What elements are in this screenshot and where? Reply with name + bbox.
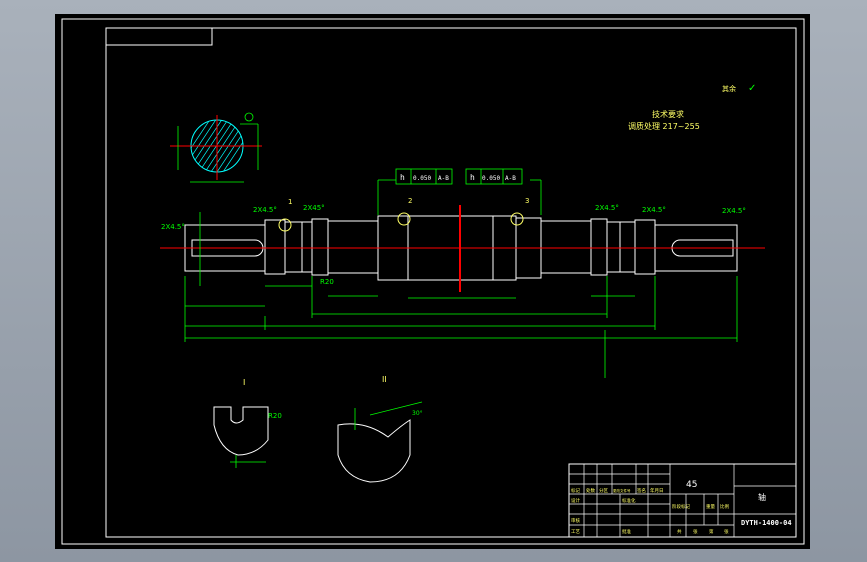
tolerance-1-symbol: h — [400, 173, 405, 182]
tb-zone-label: 分区 — [599, 487, 608, 494]
chamfer-label-1: 2X4.5° — [161, 223, 185, 231]
tb-design-label: 设计 — [571, 497, 580, 504]
tolerance-1-datum: A-B — [438, 175, 449, 182]
tolerance-1-value: 0.050 — [413, 175, 431, 182]
tb-approve-label: 批准 — [622, 528, 631, 535]
tb-review-label: 审核 — [571, 517, 580, 524]
surface-finish-symbol: ✓ — [748, 83, 756, 94]
chamfer-label-5: 2X4.5° — [642, 206, 666, 214]
detail-i-fillet: R20 — [268, 412, 282, 420]
tb-date-label: 年月日 — [650, 487, 664, 494]
tb-count-label: 处数 — [586, 487, 595, 494]
tolerance-2-value: 0.050 — [482, 175, 500, 182]
tb-process-label: 工艺 — [571, 529, 580, 535]
tb-change-label: 更改文件号 — [613, 488, 631, 493]
drawing-sheet — [55, 14, 810, 549]
tb-sheets-label-2: 张 — [724, 528, 729, 535]
tb-total-label: 共 — [677, 528, 682, 535]
tb-standard-label: 标准化 — [622, 497, 636, 504]
tb-stage-label: 阶段标记 — [672, 503, 690, 510]
balloon-2: 2 — [408, 197, 412, 205]
surface-finish-label: 其余 — [722, 84, 736, 93]
tb-sign-label: 签名 — [637, 487, 646, 494]
chamfer-label-3: 2X45° — [303, 204, 325, 212]
chamfer-label-2: 2X4.5° — [253, 206, 277, 214]
engineering-drawing: 其余 ✓ 技术要求 调质处理 217~255 h 0.050 A-B h 0.0… — [55, 14, 810, 549]
material-value: 45 — [686, 480, 697, 490]
tech-req-title: 技术要求 — [652, 109, 684, 119]
balloon-1: 1 — [288, 198, 292, 206]
chamfer-label-6: 2X4.5° — [722, 207, 746, 215]
detail-ii-angle: 30° — [412, 410, 423, 417]
tb-no-label: 第 — [709, 528, 714, 535]
cad-viewport[interactable]: 其余 ✓ 技术要求 调质处理 217~255 h 0.050 A-B h 0.0… — [0, 0, 867, 562]
detail-label-i: I — [243, 378, 245, 387]
detail-label-ii: II — [382, 375, 387, 384]
tb-scale-label: 比例 — [720, 503, 729, 510]
part-name: 轴 — [758, 492, 766, 502]
hardness-note: 调质处理 217~255 — [628, 121, 700, 131]
fillet-label: R20 — [320, 278, 334, 286]
chamfer-label-4: 2X4.5° — [595, 204, 619, 212]
drawing-number: DYTH-1400-04 — [741, 519, 792, 527]
balloon-3: 3 — [525, 197, 529, 205]
tb-mark-label: 标记 — [571, 487, 580, 494]
tb-weight-label: 重量 — [706, 503, 715, 510]
tolerance-2-datum: A-B — [505, 175, 516, 182]
tolerance-2-symbol: h — [470, 173, 475, 182]
tb-sheets-label-1: 张 — [693, 528, 698, 535]
